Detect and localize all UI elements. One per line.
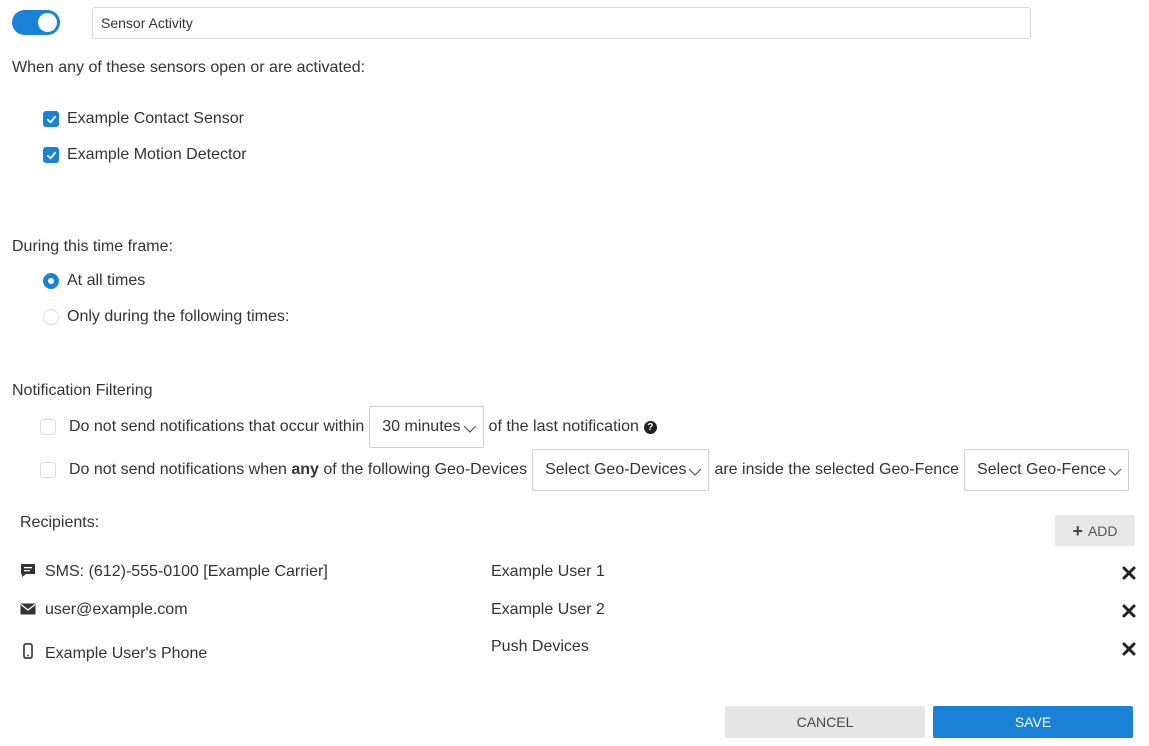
chevron-down-icon [1108, 468, 1122, 476]
recipient-target: SMS: (612)-555-0100 [Example Carrier] [45, 563, 328, 580]
geo-prefix: Do not send notifications when [69, 461, 287, 478]
geo-emphasis: any [291, 461, 319, 478]
chevron-down-icon [463, 425, 476, 433]
sensors-heading: When any of these sensors open or are ac… [12, 59, 366, 76]
sensor-item-motion[interactable]: Example Motion Detector [43, 146, 247, 164]
timeframe-option-label: At all times [67, 272, 146, 289]
geo-checkbox[interactable] [40, 462, 56, 478]
add-recipient-button[interactable]: + ADD [1055, 515, 1135, 546]
sensor-item-contact[interactable]: Example Contact Sensor [43, 110, 244, 128]
geo-fence-value: Select Geo-Fence [977, 461, 1106, 478]
recipient-target: user@example.com [45, 601, 188, 618]
geo-filter-row: Do not send notifications when any of th… [40, 449, 1134, 491]
recipient-target: Example User's Phone [45, 645, 208, 662]
sensor-label: Example Contact Sensor [67, 110, 244, 127]
throttle-suffix: of the last notification [488, 418, 639, 435]
recipient-user: Example User 1 [491, 563, 605, 580]
sms-icon [21, 564, 35, 577]
checkbox-checked[interactable] [43, 111, 59, 127]
save-button[interactable]: SAVE [933, 706, 1133, 738]
checkbox-checked[interactable] [43, 147, 59, 163]
rule-enabled-toggle[interactable] [12, 10, 60, 35]
check-icon [46, 115, 56, 123]
throttle-interval-value: 30 minutes [382, 418, 461, 435]
recipient-user: Push Devices [491, 638, 589, 655]
cancel-button[interactable]: CANCEL [725, 706, 925, 738]
close-icon[interactable] [1122, 642, 1136, 656]
throttle-interval-select[interactable]: 30 minutes [369, 406, 484, 448]
recipient-user: Example User 2 [491, 601, 605, 618]
help-icon[interactable]: ? [643, 420, 657, 434]
chevron-down-icon [689, 468, 702, 476]
close-icon[interactable] [1122, 604, 1136, 618]
sensor-label: Example Motion Detector [67, 146, 247, 163]
geo-between: are inside the selected Geo-Fence [714, 461, 960, 478]
geo-devices-value: Select Geo-Devices [545, 461, 687, 478]
geo-devices-select[interactable]: Select Geo-Devices [532, 449, 710, 491]
timeframe-option-always[interactable]: At all times [43, 272, 145, 290]
timeframe-option-label: Only during the following times: [67, 308, 290, 325]
geo-mid: of the following Geo-Devices [323, 461, 528, 478]
add-button-label: ADD [1087, 522, 1118, 539]
filtering-heading: Notification Filtering [12, 382, 153, 399]
recipients-heading: Recipients: [20, 514, 100, 531]
close-icon[interactable] [1122, 566, 1136, 580]
check-icon [46, 151, 56, 159]
timeframe-heading: During this time frame: [12, 238, 173, 255]
phone-icon [23, 643, 33, 659]
throttle-checkbox[interactable] [40, 419, 56, 435]
plus-icon: + [1072, 520, 1083, 541]
throttle-prefix: Do not send notifications that occur wit… [69, 418, 365, 435]
geo-fence-select[interactable]: Select Geo-Fence [964, 449, 1129, 491]
radio-selected[interactable] [43, 273, 59, 289]
timeframe-option-scheduled[interactable]: Only during the following times: [43, 308, 289, 326]
email-icon [20, 603, 36, 615]
throttle-filter-row: Do not send notifications that occur wit… [40, 406, 657, 448]
rule-name-input[interactable] [92, 7, 1031, 39]
toggle-knob [38, 13, 57, 32]
radio-unselected[interactable] [43, 309, 59, 325]
